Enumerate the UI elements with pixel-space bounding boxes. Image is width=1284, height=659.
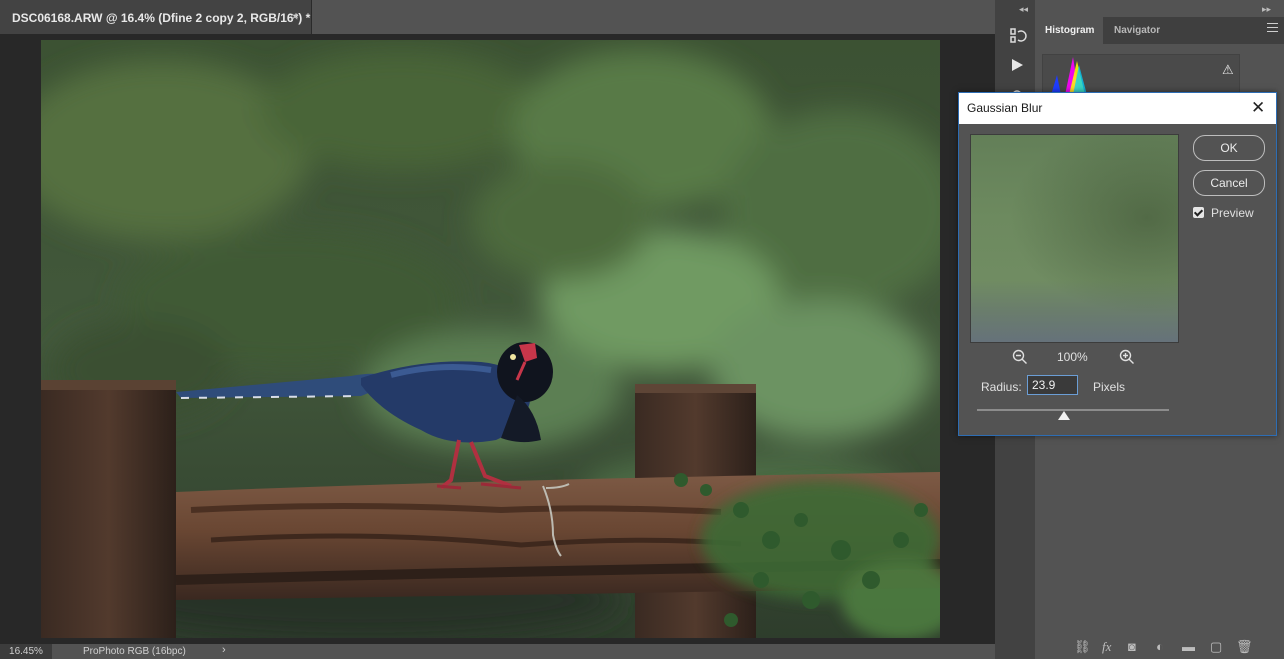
zoom-out-icon[interactable] [1012, 349, 1028, 368]
color-profile-label: ProPhoto RGB (16bpc) [83, 646, 186, 657]
close-icon[interactable]: ✕ [1251, 98, 1265, 118]
add-mask-icon[interactable]: ◙ [1128, 639, 1136, 654]
play-action-icon[interactable] [1004, 56, 1030, 82]
tab-navigator[interactable]: Navigator [1105, 17, 1169, 44]
dialog-title: Gaussian Blur [967, 101, 1043, 115]
panel-menu-icon[interactable] [1267, 23, 1278, 33]
new-layer-icon[interactable]: ▢ [1210, 639, 1222, 655]
radius-label: Radius: [981, 380, 1022, 394]
units-label: Pixels [1093, 380, 1126, 394]
zoom-level-field[interactable]: 16.45% [0, 644, 52, 659]
filter-preview[interactable] [970, 134, 1179, 343]
status-bar: 16.45% ProPhoto RGB (16bpc) › [0, 644, 995, 659]
preview-checkbox-label[interactable]: Preview [1211, 206, 1254, 220]
panel-bottom-toolbar: ⛓ fx ◙ ◐ ▬ ▢ 🗑 [1036, 635, 1284, 659]
adjustment-layer-icon[interactable]: ◐ [1156, 639, 1164, 654]
dialog-titlebar[interactable]: Gaussian Blur ✕ [959, 93, 1276, 124]
document-tab[interactable]: DSC06168.ARW @ 16.4% (Dfine 2 copy 2, RG… [0, 0, 312, 34]
properties-icon[interactable] [1004, 80, 1030, 92]
radius-input[interactable] [1027, 375, 1078, 395]
link-layers-icon[interactable]: ⛓ [1074, 639, 1091, 655]
gaussian-blur-dialog: Gaussian Blur ✕ OK Cancel Preview 100% R… [958, 92, 1277, 436]
collapse-arrows-icon[interactable]: ◂◂ [1019, 4, 1028, 15]
panel-tab-bar: Histogram Navigator [1036, 17, 1284, 44]
expand-arrows-icon[interactable]: ▸▸ [1262, 4, 1271, 15]
cancel-button[interactable]: Cancel [1193, 170, 1265, 196]
cached-data-warning-icon[interactable]: ⚠ [1222, 62, 1234, 78]
tab-histogram[interactable]: Histogram [1036, 17, 1104, 44]
tab-bar [312, 0, 995, 34]
document-tab-title: DSC06168.ARW @ 16.4% (Dfine 2 copy 2, RG… [12, 11, 311, 25]
fx-icon[interactable]: fx [1102, 639, 1111, 655]
trash-icon[interactable]: 🗑 [1236, 639, 1253, 655]
preview-zoom-level: 100% [1057, 350, 1088, 364]
new-group-folder-icon[interactable]: ▬ [1182, 639, 1195, 654]
canvas-area[interactable] [0, 34, 995, 644]
zoom-in-icon[interactable] [1119, 349, 1135, 368]
histogram-graph [1042, 54, 1240, 96]
close-icon[interactable]: × [291, 9, 299, 24]
photo-canvas[interactable] [41, 40, 940, 638]
preview-checkbox[interactable] [1193, 207, 1204, 218]
radius-slider-thumb[interactable] [1058, 411, 1070, 420]
history-icon[interactable] [1004, 26, 1030, 52]
radius-slider-track[interactable] [977, 409, 1169, 411]
ok-button[interactable]: OK [1193, 135, 1265, 161]
status-menu-arrow-icon[interactable]: › [222, 644, 226, 656]
